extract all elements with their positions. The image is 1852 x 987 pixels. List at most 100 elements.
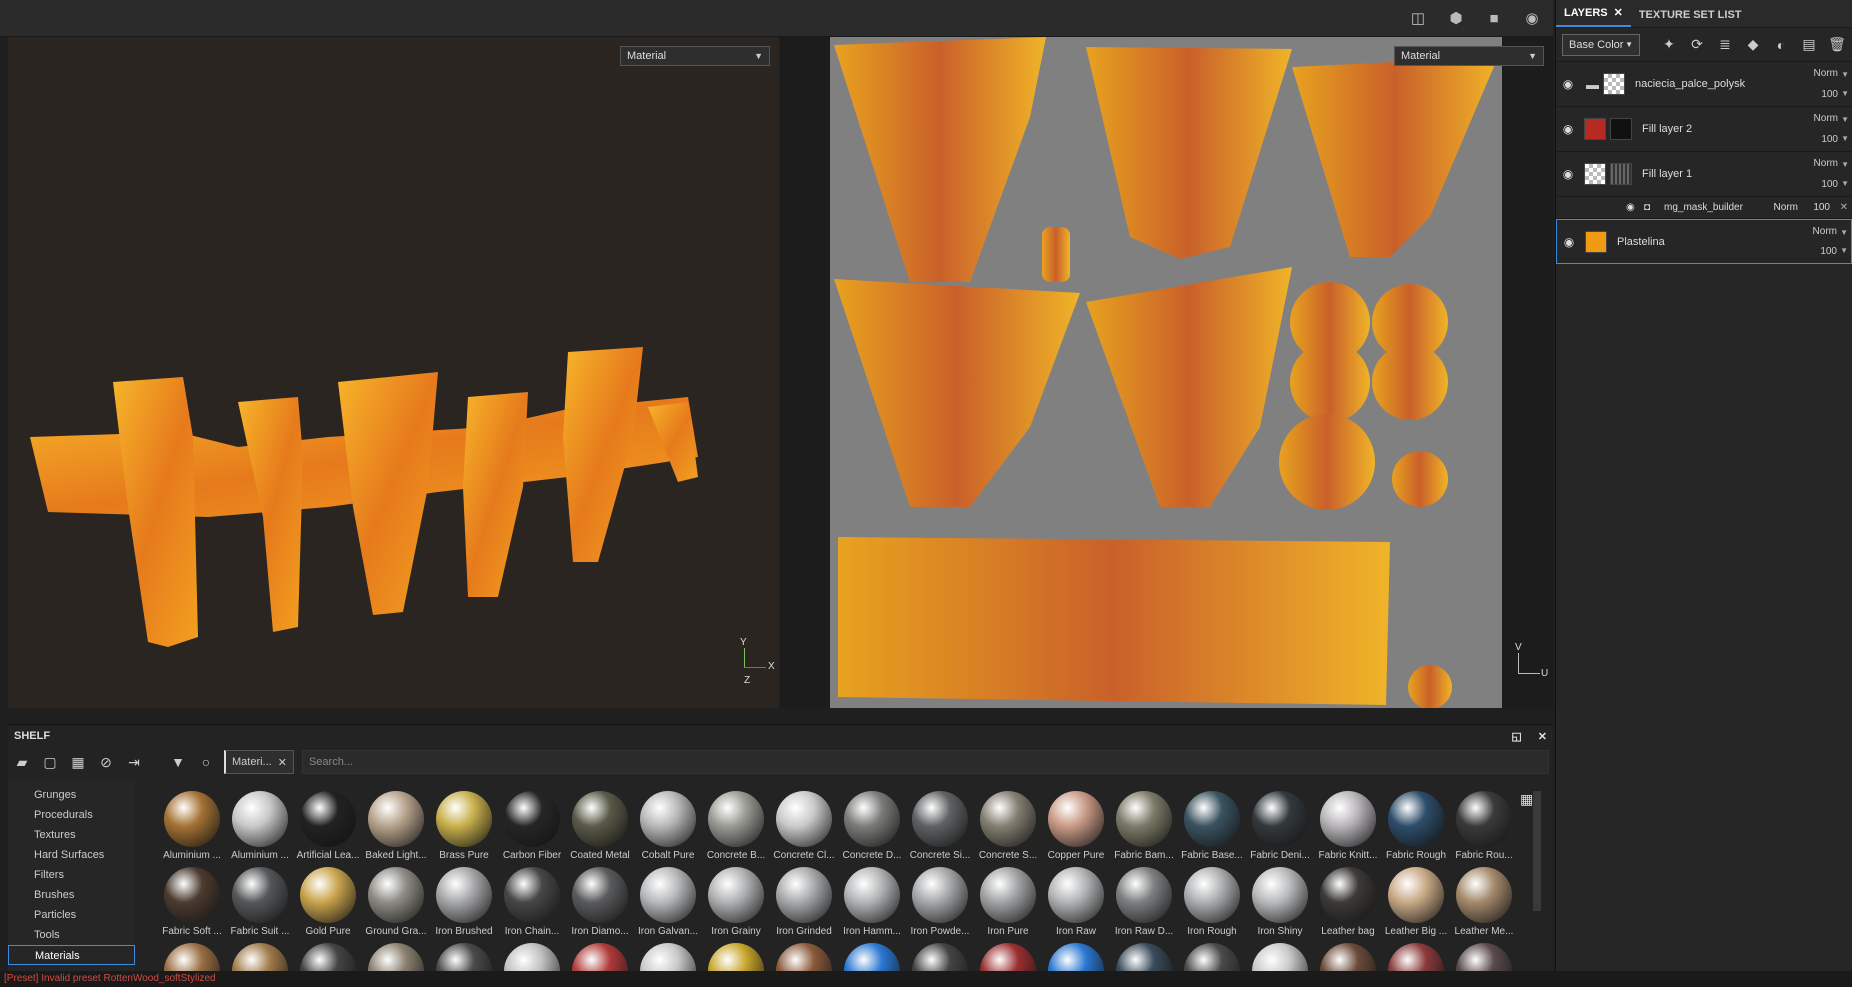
material-item[interactable]: Fabric Soft ... xyxy=(158,867,226,937)
material-item[interactable] xyxy=(770,943,838,972)
material-item[interactable] xyxy=(974,943,1042,972)
material-item[interactable]: Ground Gra... xyxy=(362,867,430,937)
material-item[interactable]: Iron Pure xyxy=(974,867,1042,937)
material-item[interactable]: Copper Pure xyxy=(1042,791,1110,861)
material-item[interactable]: Concrete S... xyxy=(974,791,1042,861)
material-item[interactable]: Iron Brushed xyxy=(430,867,498,937)
effect-blend-mode[interactable]: Norm xyxy=(1774,202,1798,213)
screenshot-icon[interactable]: ◉ xyxy=(1519,8,1545,28)
layer-blend-mode[interactable]: Norm xyxy=(1814,113,1838,124)
search-input[interactable]: Search... xyxy=(301,750,1549,774)
new-shelf-icon[interactable]: ▢ xyxy=(40,752,60,772)
material-item[interactable] xyxy=(226,943,294,972)
material-item[interactable]: Iron Hamm... xyxy=(838,867,906,937)
material-item[interactable]: Fabric Rough xyxy=(1382,791,1450,861)
close-icon[interactable]: ✕ xyxy=(1840,202,1848,213)
layer-blend-mode[interactable]: Norm xyxy=(1814,68,1838,79)
close-icon[interactable]: ✕ xyxy=(278,756,287,769)
layer-opacity[interactable]: 100 xyxy=(1821,134,1838,145)
material-item[interactable]: Brass Pure xyxy=(430,791,498,861)
hide-icon[interactable]: ⊘ xyxy=(96,752,116,772)
layer-row[interactable]: ◉ Fill layer 2 Norm 100 ▼ ▼ xyxy=(1556,107,1852,152)
material-item[interactable]: Fabric Base... xyxy=(1178,791,1246,861)
category-item[interactable]: Brushes xyxy=(8,885,135,905)
magic-wand-icon[interactable]: ✦ xyxy=(1660,36,1678,54)
material-item[interactable] xyxy=(1246,943,1314,972)
viewport-2d[interactable]: Material ▼ V U xyxy=(780,37,1553,709)
material-item[interactable] xyxy=(702,943,770,972)
tab-texture-set-list[interactable]: TEXTURE SET LIST xyxy=(1631,3,1750,27)
material-item[interactable]: Gold Pure xyxy=(294,867,362,937)
material-item[interactable]: Iron Chain... xyxy=(498,867,566,937)
material-item[interactable]: Fabric Knitt... xyxy=(1314,791,1382,861)
eye-icon[interactable]: ◉ xyxy=(1626,202,1635,213)
mask-effect-row[interactable]: ◉ ◘ mg_mask_builder Norm 100 ✕ xyxy=(1556,197,1852,219)
add-fill-layer-icon[interactable]: ◆ xyxy=(1744,36,1762,54)
material-item[interactable] xyxy=(294,943,362,972)
material-item[interactable]: Leather Big ... xyxy=(1382,867,1450,937)
viewport-2d-mode-select[interactable]: Material ▼ xyxy=(1394,46,1544,66)
material-item[interactable]: Leather bag xyxy=(1314,867,1382,937)
material-item[interactable] xyxy=(1450,943,1518,972)
viewport-3d-mode-select[interactable]: Material ▼ xyxy=(620,46,770,66)
material-item[interactable] xyxy=(1110,943,1178,972)
material-item[interactable] xyxy=(634,943,702,972)
viewport-3d[interactable]: Material ▼ Y X Z xyxy=(8,37,779,708)
material-item[interactable]: Leather Me... xyxy=(1450,867,1518,937)
category-item[interactable]: Textures xyxy=(8,825,135,845)
category-item[interactable]: Filters xyxy=(8,865,135,885)
material-item[interactable]: Iron Grinded xyxy=(770,867,838,937)
layer-blend-mode[interactable]: Norm xyxy=(1813,226,1837,237)
layer-row[interactable]: ◉ ▬ naciecia_palce_polysk Norm 100 ▼ ▼ xyxy=(1556,62,1852,107)
material-item[interactable] xyxy=(430,943,498,972)
material-item[interactable]: Coated Metal xyxy=(566,791,634,861)
add-mask-icon[interactable]: ◐ xyxy=(1772,36,1790,54)
close-icon[interactable]: ✕ xyxy=(1538,730,1547,743)
scrollbar[interactable] xyxy=(1533,791,1541,911)
category-item[interactable]: Tools xyxy=(8,925,135,945)
layer-opacity[interactable]: 100 xyxy=(1820,246,1837,257)
layer-row[interactable]: ◉ Fill layer 1 Norm 100 ▼ ▼ xyxy=(1556,152,1852,197)
material-item[interactable]: Iron Galvan... xyxy=(634,867,702,937)
category-item[interactable]: Procedurals xyxy=(8,805,135,825)
material-item[interactable]: Fabric Rou... xyxy=(1450,791,1518,861)
material-item[interactable]: Aluminium ... xyxy=(226,791,294,861)
material-item[interactable]: Iron Diamo... xyxy=(566,867,634,937)
material-item[interactable]: Iron Grainy xyxy=(702,867,770,937)
material-item[interactable]: Iron Raw D... xyxy=(1110,867,1178,937)
material-item[interactable] xyxy=(498,943,566,972)
material-item[interactable] xyxy=(1042,943,1110,972)
material-item[interactable] xyxy=(838,943,906,972)
material-item[interactable]: Cobalt Pure xyxy=(634,791,702,861)
eye-icon[interactable]: ◉ xyxy=(1556,122,1580,136)
material-item[interactable]: Artificial Lea... xyxy=(294,791,362,861)
eye-icon[interactable]: ◉ xyxy=(1556,167,1580,181)
grid-view-icon[interactable]: ▦ xyxy=(1520,791,1533,808)
material-item[interactable]: Iron Raw xyxy=(1042,867,1110,937)
channel-select[interactable]: Base Color ▼ xyxy=(1562,33,1640,56)
material-item[interactable] xyxy=(158,943,226,972)
category-item-materials[interactable]: Materials xyxy=(8,945,135,965)
material-item[interactable] xyxy=(362,943,430,972)
add-folder-icon[interactable]: ▤ xyxy=(1800,36,1818,54)
camera-icon[interactable]: ■ xyxy=(1481,8,1507,28)
save-icon[interactable]: ▦ xyxy=(68,752,88,772)
material-item[interactable] xyxy=(1178,943,1246,972)
material-item[interactable]: Fabric Deni... xyxy=(1246,791,1314,861)
folder-icon[interactable]: ▰ xyxy=(12,752,32,772)
filter-icon[interactable]: ▼ xyxy=(168,752,188,772)
material-item[interactable] xyxy=(566,943,634,972)
material-item[interactable]: Fabric Bam... xyxy=(1110,791,1178,861)
import-icon[interactable]: ⇥ xyxy=(124,752,144,772)
material-item[interactable]: Concrete Cl... xyxy=(770,791,838,861)
add-layer-icon[interactable]: ≣ xyxy=(1716,36,1734,54)
material-item[interactable]: Iron Powde... xyxy=(906,867,974,937)
layer-opacity[interactable]: 100 xyxy=(1821,89,1838,100)
close-icon[interactable]: ✕ xyxy=(1614,6,1623,19)
material-item[interactable]: Iron Shiny xyxy=(1246,867,1314,937)
category-item[interactable]: Hard Surfaces xyxy=(8,845,135,865)
layer-blend-mode[interactable]: Norm xyxy=(1814,158,1838,169)
material-item[interactable]: Fabric Suit ... xyxy=(226,867,294,937)
eye-icon[interactable]: ◉ xyxy=(1556,77,1580,91)
tab-layers[interactable]: LAYERS ✕ xyxy=(1556,0,1631,27)
